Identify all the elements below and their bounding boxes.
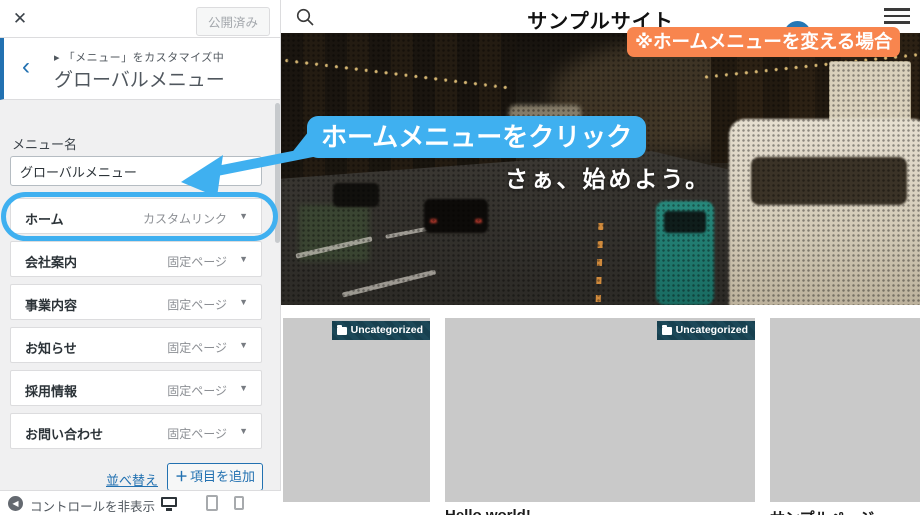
category-badge[interactable]: Uncategorized xyxy=(332,321,430,340)
chevron-down-icon[interactable]: ▼ xyxy=(239,211,248,221)
close-icon[interactable]: ✕ xyxy=(0,0,40,38)
breadcrumb: ▸ 「メニュー」をカスタマイズ中 xyxy=(54,49,224,65)
chevron-down-icon[interactable]: ▼ xyxy=(239,426,248,436)
chevron-down-icon[interactable]: ▼ xyxy=(239,297,248,307)
category-badge-label: Uncategorized xyxy=(676,321,748,340)
menu-item-type: カスタムリンク xyxy=(143,210,227,227)
add-item-button[interactable]: ＋項目を追加 xyxy=(167,463,263,491)
menu-item-label: 事業内容 xyxy=(25,295,77,314)
page-title: グローバルメニュー xyxy=(54,65,225,92)
menu-item-row-5[interactable]: 採用情報 固定ページ ▼ xyxy=(10,370,262,406)
menu-item-row-2[interactable]: 会社案内 固定ページ ▼ xyxy=(10,241,262,277)
screenshot-root: ✕ 公開済み ‹ ▸ 「メニュー」をカスタマイズ中 グローバルメニュー メニュー… xyxy=(0,0,920,515)
menu-item-label: お問い合わせ xyxy=(25,424,103,443)
menu-name-input[interactable] xyxy=(10,156,262,186)
tablet-preview-icon[interactable] xyxy=(206,495,218,511)
hide-controls-label[interactable]: コントロールを非表示 xyxy=(30,496,158,515)
post-card-1[interactable]: Uncategorized xyxy=(283,318,430,502)
menu-name-label: メニュー名 xyxy=(12,134,77,153)
menu-item-label: 採用情報 xyxy=(25,381,77,400)
post-card-title[interactable]: サンプルページ xyxy=(770,507,874,515)
post-card-3[interactable] xyxy=(770,318,920,502)
menu-item-label: お知らせ xyxy=(25,338,77,357)
category-badge[interactable]: Uncategorized xyxy=(657,321,755,340)
desktop-preview-icon[interactable] xyxy=(161,497,177,507)
customizer-panel: ✕ 公開済み ‹ ▸ 「メニュー」をカスタマイズ中 グローバルメニュー メニュー… xyxy=(0,0,281,515)
note-badge: ※ホームメニューを変える場合 xyxy=(627,27,900,57)
menu-item-row-6[interactable]: お問い合わせ 固定ページ ▼ xyxy=(10,413,262,449)
customizer-section-header: ‹ ▸ 「メニュー」をカスタマイズ中 グローバルメニュー xyxy=(0,38,280,100)
site-preview: サンプルサイト SAGAWA xyxy=(281,0,920,515)
folder-icon xyxy=(337,327,347,335)
panel-scrollbar[interactable] xyxy=(275,103,280,243)
post-card-2[interactable]: Uncategorized xyxy=(445,318,755,502)
menu-item-row-1[interactable]: ホーム カスタムリンク ▼ xyxy=(10,198,262,234)
publish-button[interactable]: 公開済み xyxy=(196,7,270,36)
reorder-link[interactable]: 並べ替え xyxy=(106,470,158,489)
callout-bubble: ホームメニューをクリック xyxy=(307,116,646,158)
customizer-topbar: ✕ 公開済み xyxy=(0,0,280,38)
phone-preview-icon[interactable] xyxy=(234,496,244,510)
menu-item-label: ホーム xyxy=(25,209,64,228)
menu-item-type: 固定ページ xyxy=(167,382,227,399)
chevron-down-icon[interactable]: ▼ xyxy=(239,254,248,264)
menu-item-type: 固定ページ xyxy=(167,253,227,270)
chevron-down-icon[interactable]: ▼ xyxy=(239,383,248,393)
post-cards-area: Uncategorized Uncategorized Hello world! サン… xyxy=(281,305,920,515)
add-item-label: 項目を追加 xyxy=(190,469,255,484)
menu-item-type: 固定ページ xyxy=(167,425,227,442)
collapse-controls-icon[interactable]: ◀ xyxy=(8,496,23,511)
folder-icon xyxy=(662,327,672,335)
menu-item-label: 会社案内 xyxy=(25,252,77,271)
chevron-down-icon[interactable]: ▼ xyxy=(239,340,248,350)
post-card-title[interactable]: Hello world! xyxy=(445,507,531,515)
hamburger-menu-icon[interactable] xyxy=(884,8,910,24)
menu-item-row-4[interactable]: お知らせ 固定ページ ▼ xyxy=(10,327,262,363)
menu-item-type: 固定ページ xyxy=(167,339,227,356)
hero-headline: さぁ、始めよう。 xyxy=(505,160,711,194)
plus-icon: ＋ xyxy=(175,469,188,484)
customizer-footer: ◀ コントロールを非表示 xyxy=(0,490,281,515)
category-badge-label: Uncategorized xyxy=(351,321,423,340)
hero-image: SAGAWA さぁ、始めよう。 xyxy=(281,33,920,305)
back-chevron-icon[interactable]: ‹ xyxy=(4,38,48,100)
menu-item-row-3[interactable]: 事業内容 固定ページ ▼ xyxy=(10,284,262,320)
menu-item-type: 固定ページ xyxy=(167,296,227,313)
